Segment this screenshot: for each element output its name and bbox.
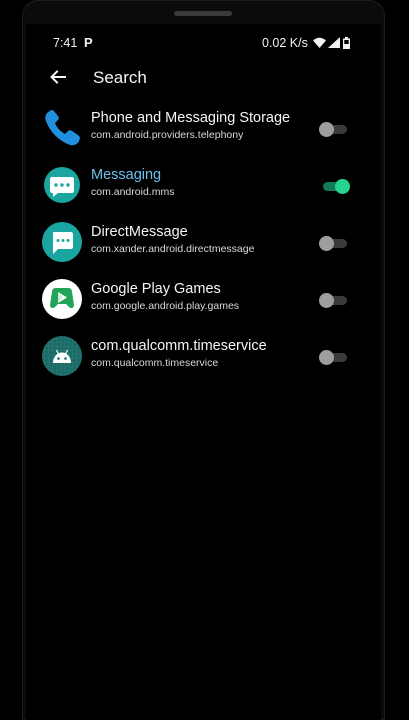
list-item[interactable]: DirectMessage com.xander.android.directm… <box>26 218 381 275</box>
phone-icon <box>45 110 80 146</box>
toggle-thumb <box>335 179 350 194</box>
app-package: com.android.providers.telephony <box>91 129 244 141</box>
play-games-icon <box>42 279 82 319</box>
list-item[interactable]: com.qualcomm.timeservice com.qualcomm.ti… <box>26 332 381 389</box>
messaging-icon <box>44 167 80 203</box>
app-name: Google Play Games <box>91 281 221 297</box>
status-time: 7:41 <box>53 36 78 50</box>
signal-icon <box>328 37 340 48</box>
wifi-icon <box>313 37 326 48</box>
app-name: Phone and Messaging Storage <box>91 110 291 126</box>
app-toggle[interactable] <box>319 293 349 308</box>
toggle-thumb <box>319 350 334 365</box>
page-title: Search <box>93 68 147 87</box>
status-bar: 7:41 P 0.02 K/s <box>26 34 381 52</box>
app-toggle[interactable] <box>319 236 349 251</box>
app-package: com.qualcomm.timeservice <box>91 357 219 369</box>
battery-icon <box>343 37 350 49</box>
app-package: com.xander.android.directmessage <box>91 243 255 255</box>
app-name: Messaging <box>91 167 162 183</box>
list-item[interactable]: Messaging com.android.mms <box>26 161 381 218</box>
app-package: com.android.mms <box>91 186 175 198</box>
toggle-thumb <box>319 122 334 137</box>
notification-p-icon: P <box>84 35 93 50</box>
toggle-thumb <box>319 236 334 251</box>
toggle-thumb <box>319 293 334 308</box>
screen: 7:41 P 0.02 K/s Search Phone and Messagi… <box>26 24 381 720</box>
android-icon <box>42 336 82 376</box>
app-bar: Search <box>26 62 381 94</box>
earpiece-speaker <box>174 11 232 16</box>
app-name: com.qualcomm.timeservice <box>91 338 267 354</box>
list-item[interactable]: Phone and Messaging Storage com.android.… <box>26 104 381 161</box>
app-name: DirectMessage <box>91 224 188 240</box>
app-toggle[interactable] <box>319 179 350 194</box>
app-package: com.google.android.play.games <box>91 300 240 312</box>
network-speed: 0.02 K/s <box>262 36 308 50</box>
app-toggle[interactable] <box>319 122 349 137</box>
list-item[interactable]: Google Play Games com.google.android.pla… <box>26 275 381 332</box>
app-list: Phone and Messaging Storage com.android.… <box>26 104 381 389</box>
app-toggle[interactable] <box>319 350 349 365</box>
direct-message-icon <box>42 222 82 262</box>
back-arrow-icon[interactable] <box>48 67 68 87</box>
